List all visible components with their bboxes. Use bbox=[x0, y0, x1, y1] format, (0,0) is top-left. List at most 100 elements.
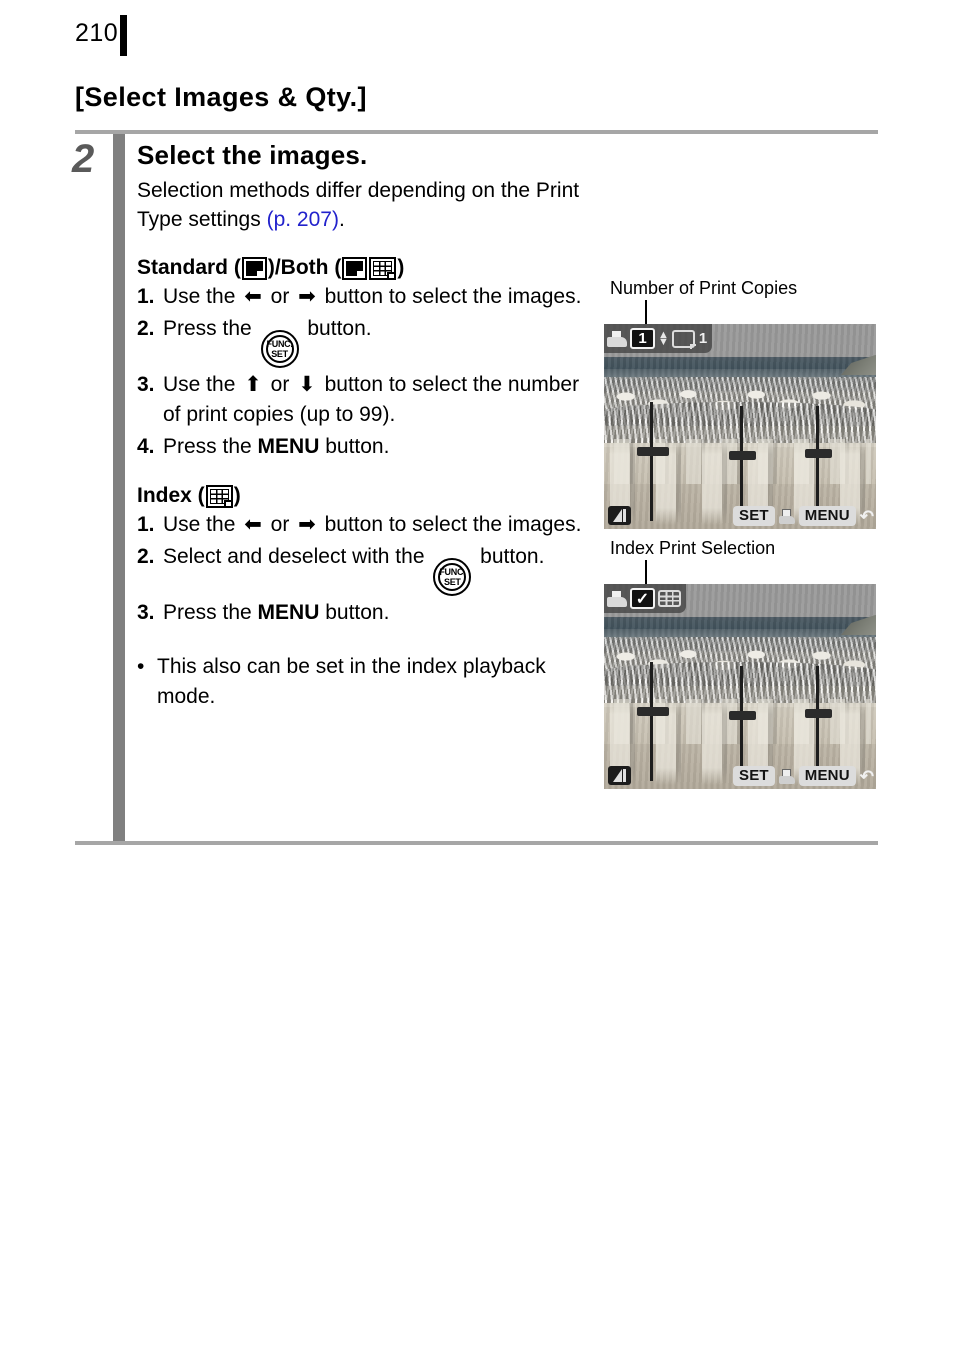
text-pre: Use the bbox=[163, 373, 242, 396]
beach-photo bbox=[604, 584, 876, 789]
page-number: 210 bbox=[75, 19, 119, 47]
list-item-number: 1. bbox=[137, 285, 155, 308]
text-pre: Press the bbox=[163, 601, 258, 624]
index-label-prefix: Index ( bbox=[137, 484, 205, 507]
index-print-icon bbox=[369, 256, 397, 280]
side-table bbox=[636, 447, 670, 456]
text-pre: Press the bbox=[163, 317, 258, 340]
callout-leader-line bbox=[645, 560, 647, 584]
printer-icon bbox=[778, 508, 795, 524]
single-image-icon bbox=[671, 329, 695, 348]
umbrella-pole bbox=[650, 661, 654, 781]
return-arrow-icon[interactable]: ↶ bbox=[860, 768, 874, 785]
standard-print-icon bbox=[241, 256, 267, 280]
side-table bbox=[805, 709, 833, 719]
step-content: Select the images. Selection methods dif… bbox=[137, 140, 597, 712]
list-item-number: 1. bbox=[137, 513, 155, 536]
umbrella-pole bbox=[740, 406, 743, 521]
func-set-icon: FUNC. SET bbox=[433, 558, 472, 596]
list-item-number: 4. bbox=[137, 435, 155, 458]
headland-shape bbox=[840, 614, 876, 636]
headland-shape bbox=[840, 354, 876, 376]
step-accent-bar bbox=[113, 134, 125, 841]
list-item: 2. Select and deselect with the FUNC. SET… bbox=[137, 542, 597, 596]
index-print-icon bbox=[658, 590, 681, 607]
osd-top-bar: 1 ▲ ▼ 1 bbox=[604, 324, 713, 353]
menu-button[interactable]: MENU bbox=[798, 766, 856, 786]
text-post: button. bbox=[319, 601, 390, 624]
list-item-text: Use the ⬅ or ➡ button to select the imag… bbox=[163, 282, 597, 312]
printer-icon bbox=[607, 329, 627, 348]
image-quality-icon bbox=[608, 766, 631, 785]
text-post: button. bbox=[319, 435, 390, 458]
side-table bbox=[636, 707, 670, 716]
index-selection-checkbox[interactable]: ✓ bbox=[630, 588, 655, 609]
page-title: [Select Images & Qty.] bbox=[75, 82, 367, 112]
umbrella-pole bbox=[740, 666, 743, 781]
list-item-text: Press the FUNC. SET button. bbox=[163, 314, 597, 368]
step-description-tail: . bbox=[338, 208, 345, 231]
list-item-number: 2. bbox=[137, 317, 155, 340]
page-reference-link[interactable]: (p. 207) bbox=[267, 208, 339, 231]
text-pre: Select and deselect with the bbox=[163, 545, 431, 568]
list-item-text: Press the MENU button. bbox=[163, 432, 597, 462]
osd-bottom-bar: SET MENU ↶ bbox=[733, 506, 874, 526]
index-label-suffix: ) bbox=[233, 484, 241, 507]
image-quality-icon bbox=[608, 506, 631, 525]
text-pre: Use the bbox=[163, 285, 242, 308]
index-print-icon bbox=[205, 484, 233, 508]
printer-icon bbox=[607, 589, 627, 608]
right-arrow-icon: ➡ bbox=[298, 513, 316, 536]
standard-both-label-prefix: Standard ( bbox=[137, 256, 241, 279]
osd-top-bar: ✓ bbox=[604, 584, 686, 613]
page-number-bar bbox=[120, 15, 128, 56]
standard-print-icon bbox=[342, 256, 368, 280]
menu-button-label: MENU bbox=[257, 435, 320, 458]
image-count-value: 1 bbox=[698, 330, 708, 347]
set-button[interactable]: SET bbox=[733, 506, 775, 526]
step-number: 2 bbox=[72, 137, 94, 181]
step-description-text: Selection methods differ depending on th… bbox=[137, 179, 580, 231]
print-copies-value[interactable]: 1 bbox=[630, 328, 655, 349]
text-mid: or bbox=[264, 373, 296, 396]
down-arrow-icon: ⬇ bbox=[298, 373, 316, 396]
umbrella-pole bbox=[816, 406, 820, 521]
standard-both-label-middle: )/Both ( bbox=[267, 256, 342, 279]
list-item: • This also can be set in the index play… bbox=[137, 652, 597, 712]
list-item-number: 2. bbox=[137, 545, 155, 568]
note-text: This also can be set in the index playba… bbox=[157, 655, 546, 708]
return-arrow-icon[interactable]: ↶ bbox=[860, 508, 874, 525]
text-post: button. bbox=[301, 317, 372, 340]
standard-both-heading: Standard ( )/Both ( ) bbox=[137, 256, 597, 280]
printer-icon bbox=[778, 768, 795, 784]
index-heading: Index ( ) bbox=[137, 484, 597, 508]
func-set-icon: FUNC. SET bbox=[260, 330, 299, 368]
step-description: Selection methods differ depending on th… bbox=[137, 176, 597, 234]
umbrella-pole bbox=[650, 401, 654, 521]
beach-photo bbox=[604, 324, 876, 529]
up-down-arrows-icon[interactable]: ▲ ▼ bbox=[658, 329, 669, 347]
list-item-number: 3. bbox=[137, 601, 155, 624]
side-table bbox=[805, 449, 833, 459]
list-item: 1. Use the ⬅ or ➡ button to select the i… bbox=[137, 282, 597, 312]
left-arrow-icon: ⬅ bbox=[244, 285, 262, 308]
up-arrow-icon: ⬆ bbox=[244, 373, 262, 396]
text-mid: or bbox=[264, 513, 296, 536]
list-item: 2. Press the FUNC. SET button. bbox=[137, 314, 597, 368]
right-arrow-icon: ➡ bbox=[298, 285, 316, 308]
step-title: Select the images. bbox=[137, 140, 368, 170]
text-mid: or bbox=[264, 285, 296, 308]
osd-bottom-bar: SET MENU ↶ bbox=[733, 766, 874, 786]
left-arrow-icon: ⬅ bbox=[244, 513, 262, 536]
standard-both-label-suffix: ) bbox=[397, 256, 405, 279]
list-item: 3. Press the MENU button. bbox=[137, 598, 597, 628]
menu-button[interactable]: MENU bbox=[798, 506, 856, 526]
divider-top bbox=[75, 130, 878, 134]
text-post: button. bbox=[474, 545, 545, 568]
callout-leader-line bbox=[645, 300, 647, 324]
page-header: 210 bbox=[75, 15, 128, 56]
set-button[interactable]: SET bbox=[733, 766, 775, 786]
callout-label: Number of Print Copies bbox=[610, 278, 798, 298]
index-steps-list: 1. Use the ⬅ or ➡ button to select the i… bbox=[137, 510, 597, 628]
text-pre: Use the bbox=[163, 513, 242, 536]
